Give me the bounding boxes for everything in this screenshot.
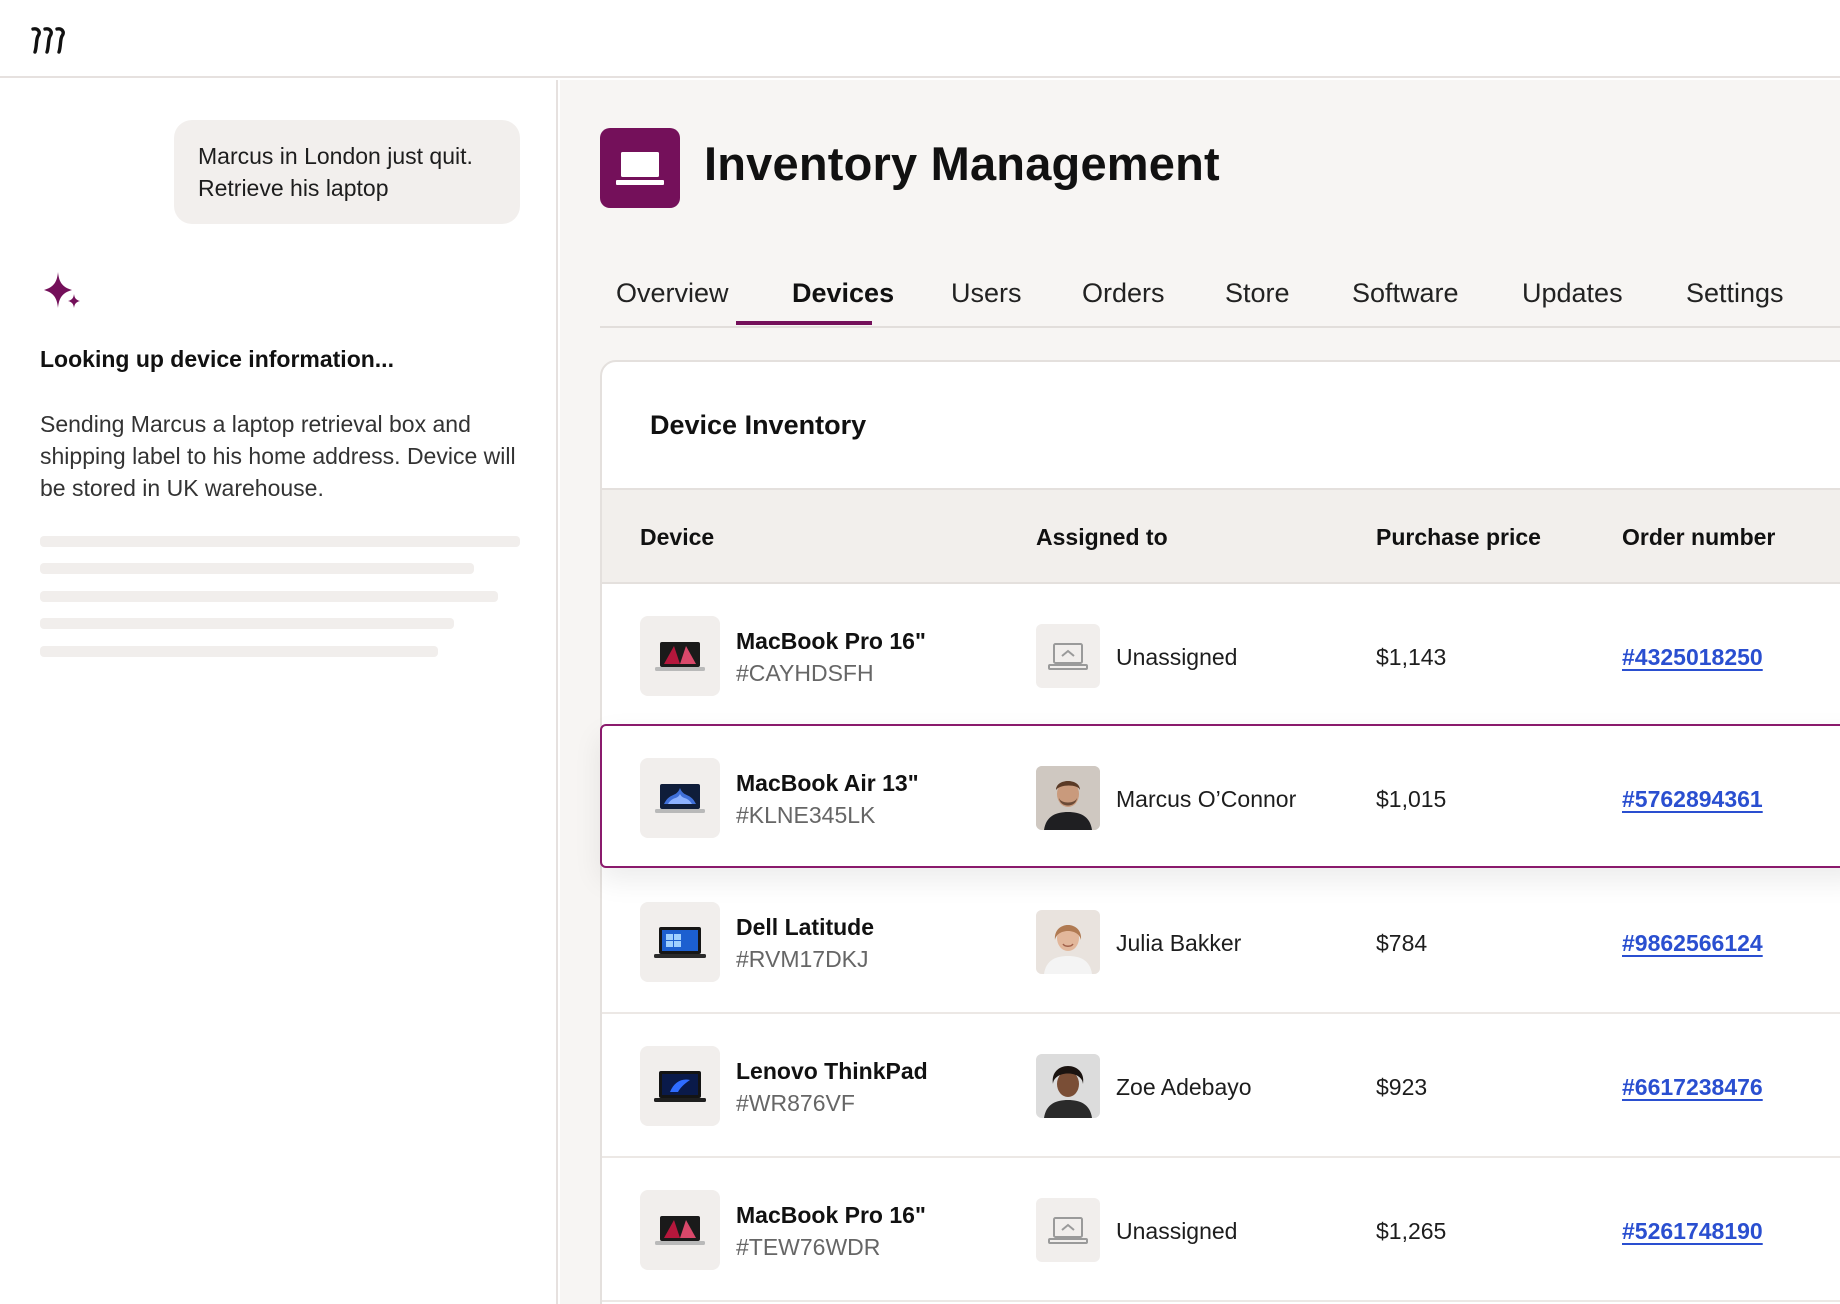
- unassigned-laptop-icon: [1036, 1198, 1100, 1262]
- purchase-price: $1,143: [1376, 644, 1447, 670]
- device-serial: #TEW76WDR: [736, 1234, 881, 1260]
- loading-skeleton-line: [40, 536, 520, 547]
- order-number-link[interactable]: #6617238476: [1622, 1074, 1763, 1101]
- assignee-name: Unassigned: [1116, 1218, 1238, 1244]
- assistant-status-title: Looking up device information...: [40, 346, 394, 372]
- device-serial: #KLNE345LK: [736, 802, 876, 828]
- order-number-link[interactable]: #9862566124: [1622, 930, 1763, 957]
- column-header-order-number[interactable]: Order number: [1622, 524, 1775, 551]
- assistant-response-text: Sending Marcus a laptop retrieval box an…: [40, 411, 516, 501]
- assignee-name: Unassigned: [1116, 644, 1238, 670]
- user-message-bubble: Marcus in London just quit. Retrieve his…: [174, 120, 520, 224]
- device-name: MacBook Air 13": [736, 770, 919, 796]
- user-avatar: [1036, 766, 1100, 830]
- user-avatar: [1036, 910, 1100, 974]
- tab-users[interactable]: Users: [951, 272, 1022, 328]
- loading-skeleton-line: [40, 618, 454, 629]
- table-row[interactable]: Dell Latitude #RVM17DKJ Julia Bakker $78…: [602, 870, 1840, 1014]
- device-inventory-card: Device Inventory Device Assigned to Purc…: [600, 360, 1840, 1304]
- column-header-device[interactable]: Device: [640, 524, 714, 551]
- purchase-price: $923: [1376, 1074, 1428, 1100]
- device-serial: #RVM17DKJ: [736, 946, 869, 972]
- purchase-price: $784: [1376, 930, 1428, 956]
- tab-orders[interactable]: Orders: [1082, 272, 1165, 328]
- purchase-price: $1,015: [1376, 786, 1447, 812]
- page-title: Inventory Management: [704, 137, 1220, 190]
- active-tab-indicator: [736, 321, 872, 325]
- tab-overview[interactable]: Overview: [616, 272, 729, 328]
- tab-settings[interactable]: Settings: [1686, 272, 1784, 328]
- table-header: Device Assigned to Purchase price Order …: [602, 488, 1840, 584]
- macbook-pro-icon: [640, 1190, 720, 1270]
- order-number-link[interactable]: #4325018250: [1622, 644, 1763, 671]
- assignee-name: Marcus O’Connor: [1116, 786, 1297, 812]
- device-name: MacBook Pro 16": [736, 628, 926, 654]
- assignee-name: Zoe Adebayo: [1116, 1074, 1252, 1100]
- loading-skeleton-line: [40, 591, 498, 602]
- loading-skeleton-line: [40, 563, 474, 574]
- card-title: Device Inventory: [650, 410, 867, 440]
- unassigned-laptop-icon: [1036, 624, 1100, 688]
- device-name: Lenovo ThinkPad: [736, 1058, 928, 1084]
- user-avatar: [1036, 1054, 1100, 1118]
- purchase-price: $1,265: [1376, 1218, 1447, 1244]
- assignee-name: Julia Bakker: [1116, 930, 1242, 956]
- macbook-air-icon: [640, 758, 720, 838]
- table-row[interactable]: MacBook Pro 16" #TEW76WDR Unassigned $1,…: [602, 1158, 1840, 1302]
- device-name: Dell Latitude: [736, 914, 875, 940]
- thinkpad-icon: [640, 1046, 720, 1126]
- order-number-link[interactable]: #5762894361: [1622, 786, 1763, 813]
- dell-laptop-icon: [640, 902, 720, 982]
- order-number-link[interactable]: #5261748190: [1622, 1218, 1763, 1245]
- macbook-pro-icon: [640, 616, 720, 696]
- column-header-purchase-price[interactable]: Purchase price: [1376, 524, 1541, 551]
- top-bar: [0, 0, 1840, 78]
- ai-sparkle-icon: [44, 272, 80, 308]
- tab-bar: Overview Devices Users Orders Store Soft…: [600, 272, 1840, 328]
- brand-logo-icon[interactable]: [30, 24, 70, 56]
- loading-skeleton-line: [40, 646, 438, 657]
- table-row[interactable]: MacBook Pro 16" #CAYHDSFH Unassigned $1,…: [602, 584, 1840, 728]
- tab-updates[interactable]: Updates: [1522, 272, 1623, 328]
- column-header-assigned-to[interactable]: Assigned to: [1036, 524, 1168, 551]
- tab-devices[interactable]: Devices: [792, 272, 894, 328]
- laptop-icon: [616, 152, 664, 185]
- device-name: MacBook Pro 16": [736, 1202, 926, 1228]
- table-row-selected[interactable]: MacBook Air 13" #KLNE345LK Marcus O’Conn…: [600, 724, 1840, 868]
- app-icon: [600, 128, 680, 208]
- table-row[interactable]: Lenovo ThinkPad #WR876VF Zoe Adebayo $92…: [602, 1014, 1840, 1158]
- tab-store[interactable]: Store: [1225, 272, 1290, 328]
- assistant-chat-panel: Marcus in London just quit. Retrieve his…: [0, 80, 558, 1304]
- tab-software[interactable]: Software: [1352, 272, 1459, 328]
- main-content: Inventory Management Overview Devices Us…: [560, 80, 1840, 1304]
- device-serial: #WR876VF: [736, 1090, 855, 1116]
- device-serial: #CAYHDSFH: [736, 660, 874, 686]
